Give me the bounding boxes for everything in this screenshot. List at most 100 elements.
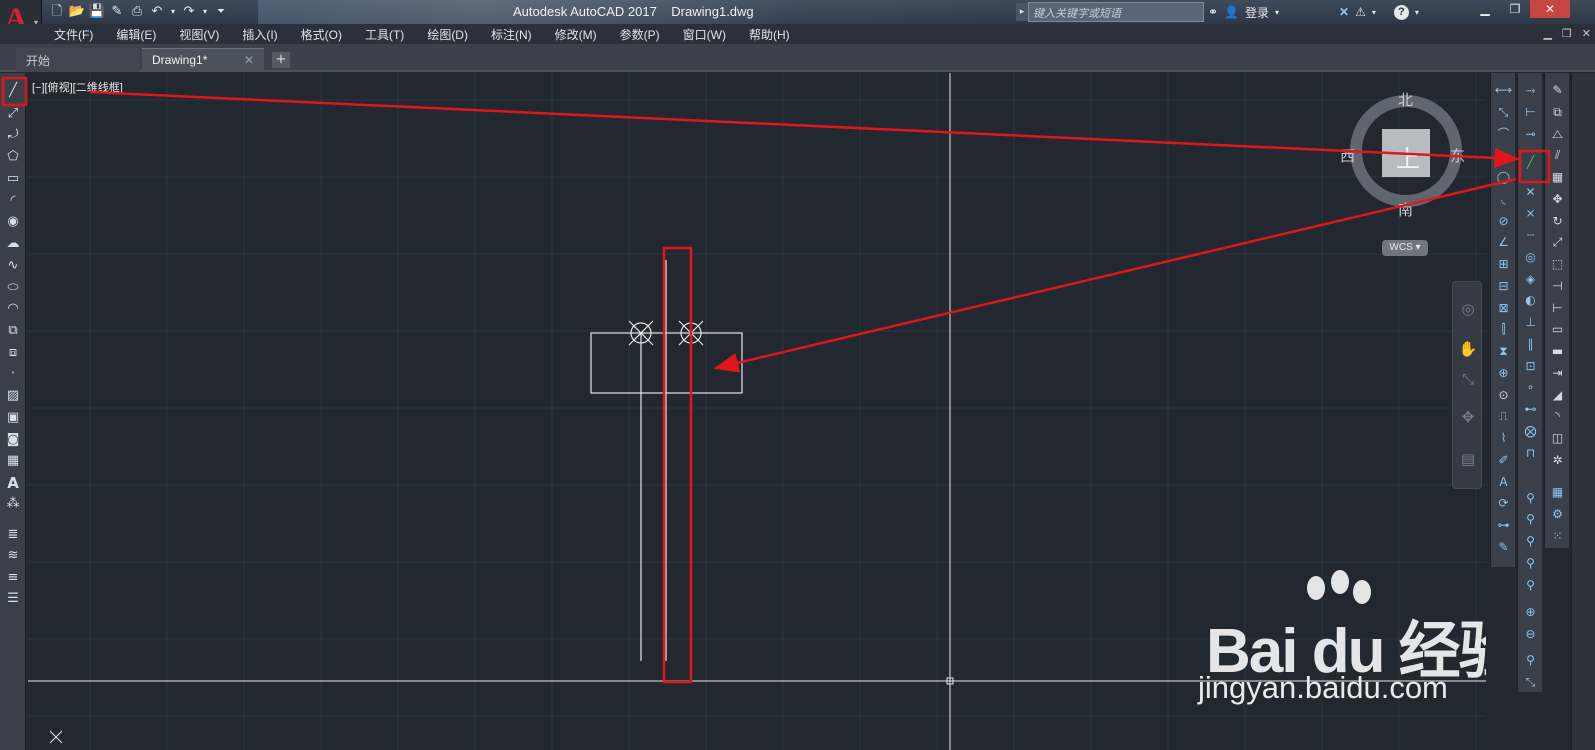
ellipse-icon[interactable]: ⬭ [3,278,23,298]
zoom-dynamic-icon[interactable]: ⚲ [1521,510,1540,529]
menu-tools[interactable]: 工具(T) [365,26,404,43]
search-input[interactable]: 键入关键字或短语 [1028,2,1204,22]
circle-icon[interactable]: ◉ [3,212,23,232]
wcs-menu-button[interactable]: WCS ▾ [1382,240,1428,256]
help-dropdown-icon[interactable]: ▾ [1415,8,1419,17]
doc-minimize-icon[interactable]: ▁ [1543,27,1551,40]
viewcube-top-label[interactable]: 上 [1396,139,1420,174]
make-block-icon[interactable]: ⧈ [3,343,23,363]
redo-icon[interactable]: ↷ [180,3,198,21]
zoom-out-icon[interactable]: ⊖ [1521,625,1540,644]
mirror-icon[interactable]: ⧍ [1548,125,1567,144]
binoculars-icon[interactable]: ⚭ [1208,5,1218,19]
undo-dropdown-icon[interactable]: ▾ [168,3,178,21]
add-selected-icon[interactable]: ⁂ [3,494,23,514]
zoom-extents-icon[interactable]: ⤡ [1457,368,1479,390]
break-tool-icon[interactable]: ▬ [1548,342,1567,361]
table-icon[interactable]: ▦ [3,451,23,471]
zoom-extents-tool-icon[interactable]: ⤡ [1521,673,1540,692]
zoom-center-icon[interactable]: ⚲ [1521,554,1540,573]
save-icon[interactable]: 💾 [88,3,106,21]
menu-window[interactable]: 窗口(W) [683,26,726,43]
snap-tangent-icon[interactable]: ◐ [1521,291,1540,310]
tab-drawing1[interactable]: Drawing1* ✕ [142,48,264,72]
break-at-point-icon[interactable]: ▭ [1548,320,1567,339]
zoom-all-icon[interactable]: ⚲ [1521,651,1540,670]
connected-dropdown-icon[interactable]: ▾ [1372,8,1376,17]
snap-parallel-icon[interactable]: ∥ [1521,335,1540,354]
properties-icon[interactable]: ⚙ [1548,505,1567,524]
customize-qat-icon[interactable]: ⏷ [212,3,230,21]
radius-icon[interactable]: ◯ [1494,168,1513,187]
inspect-icon[interactable]: ⎍ [1494,407,1513,426]
layer-icon-1[interactable]: ≣ [3,525,23,545]
open-file-icon[interactable]: 📂 [68,3,86,21]
menu-dimension[interactable]: 标注(N) [491,26,532,43]
line-tool-icon[interactable]: ╱ [3,81,23,101]
zoom-object-icon[interactable]: ⚲ [1521,576,1540,595]
angular-icon[interactable]: ∠ [1494,233,1513,252]
array-icon[interactable]: ▦ [1548,168,1567,187]
ordinate-icon[interactable]: ⊢ [1494,146,1513,165]
gradient-icon[interactable]: ▣ [3,408,23,428]
region-icon[interactable]: ◙ [3,430,23,450]
snap-nearest-icon[interactable]: ⊷ [1521,400,1540,419]
user-icon[interactable]: 👤 [1224,5,1239,19]
continue-icon[interactable]: ⊠ [1494,299,1513,318]
menu-insert[interactable]: 插入(I) [242,26,277,43]
snap-none-icon[interactable]: ⨂ [1521,422,1540,441]
point-icon[interactable]: ⋅ [3,364,23,384]
tab-start[interactable]: 开始 [16,48,140,72]
edit-dimension-icon[interactable]: ✐ [1494,451,1513,470]
jogged-icon[interactable]: ◟ [1494,190,1513,209]
break-icon[interactable]: ⧗ [1494,342,1513,361]
menu-file[interactable]: 文件(F) [54,26,93,43]
pan-icon[interactable]: ✋ [1457,338,1479,360]
hatch-icon[interactable]: ▨ [3,386,23,406]
menu-format[interactable]: 格式(O) [301,26,342,43]
override-icon[interactable]: ✎ [1494,538,1513,557]
close-tab-icon[interactable]: ✕ [244,53,254,67]
snap-extension-icon[interactable]: ┄ [1521,226,1540,245]
center-mark-icon[interactable]: ⊙ [1494,386,1513,405]
help-icon[interactable]: ? [1393,4,1409,20]
join-icon[interactable]: ⇥ [1548,364,1567,383]
menu-edit[interactable]: 编辑(E) [116,26,156,43]
snap-node-icon[interactable]: ∘ [1521,378,1540,397]
undo-icon[interactable]: ↶ [148,3,166,21]
menu-help[interactable]: 帮助(H) [749,26,790,43]
polyline-icon[interactable]: ⤾ [3,125,23,145]
quick-dimension-icon[interactable]: ⊞ [1494,255,1513,274]
edit-text-icon[interactable]: A [1494,473,1513,492]
minimize-icon[interactable]: ▁ [1470,0,1500,18]
linear-dimension-icon[interactable]: ⟷ [1494,81,1513,100]
update-icon[interactable]: ⟳ [1494,494,1513,513]
ellipse-arc-icon[interactable]: ◠ [3,299,23,319]
layer-icon-2[interactable]: ≋ [3,546,23,566]
snap-insert-icon[interactable]: ⊡ [1521,357,1540,376]
rectangle-icon[interactable]: ▭ [3,169,23,189]
move-icon[interactable]: ✥ [1548,190,1567,209]
compass-east[interactable]: 东 [1450,145,1465,166]
doc-restore-icon[interactable]: ❐ [1562,27,1572,40]
menu-parametric[interactable]: 参数(P) [620,26,660,43]
construction-line-icon[interactable]: ⤢ [3,104,23,124]
save-as-icon[interactable]: ✎ [108,3,126,21]
insert-block-icon[interactable]: ⧉ [3,321,23,341]
doc-close-icon[interactable]: ✕ [1582,27,1591,40]
revision-cloud-icon[interactable]: ☁ [3,234,23,254]
plot-icon[interactable]: ⎙ [128,3,146,21]
new-tab-button[interactable]: + [272,52,290,68]
viewport-controls-label[interactable]: [−][俯视][二维线框] [32,79,123,95]
workspace-icon[interactable]: ▦ [1548,483,1567,502]
compass-west[interactable]: 西 [1340,145,1355,166]
stretch-icon[interactable]: ⬚ [1548,255,1567,274]
baseline-icon[interactable]: ⊟ [1494,277,1513,296]
login-dropdown-icon[interactable]: ▾ [1275,8,1279,17]
extend-icon[interactable]: ⊢ [1548,299,1567,318]
temporary-track-icon[interactable]: ⤑ [1521,81,1540,100]
snap-quadrant-icon[interactable]: ◈ [1521,270,1540,289]
redo-dropdown-icon[interactable]: ▾ [200,3,210,21]
zoom-in-icon[interactable]: ⊕ [1521,603,1540,622]
spline-icon[interactable]: ∿ [3,256,23,276]
